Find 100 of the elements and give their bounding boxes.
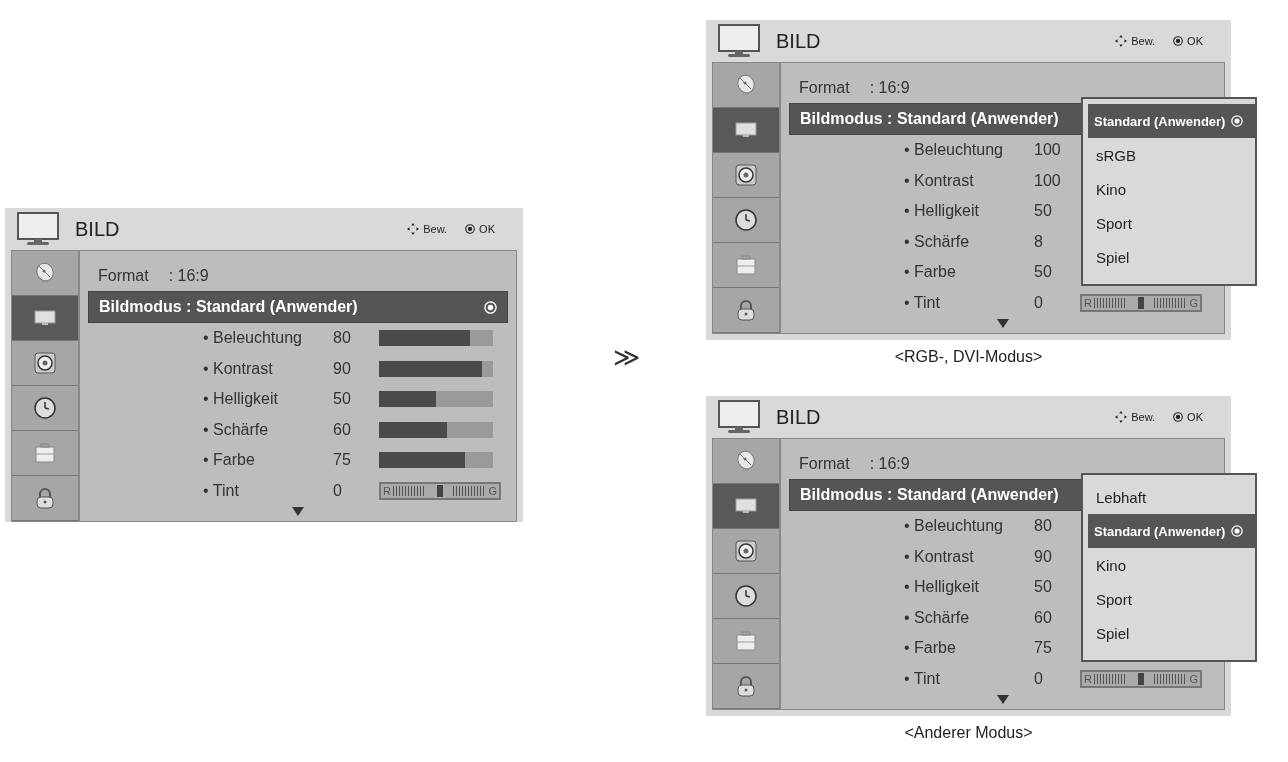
menu-title: BILD bbox=[75, 217, 121, 241]
option-label: Format bbox=[799, 79, 850, 97]
arrow-keys-icon bbox=[1115, 411, 1128, 423]
speaker-icon bbox=[734, 539, 758, 563]
option-label: Bildmodus : Standard (Anwender) bbox=[800, 486, 1059, 504]
sidebar-tab[interactable] bbox=[713, 664, 779, 709]
setting-label: • Tint bbox=[904, 669, 941, 688]
sidebar-tab[interactable] bbox=[713, 619, 779, 664]
level-bar[interactable] bbox=[379, 452, 493, 469]
setting-label: • Beleuchtung bbox=[203, 329, 303, 348]
tint-end-label: G bbox=[1189, 672, 1198, 685]
sidebar-tab[interactable] bbox=[12, 386, 78, 431]
sidebar-tab[interactable] bbox=[713, 198, 779, 243]
sidebar-tab[interactable] bbox=[12, 251, 78, 296]
slider-thumb[interactable] bbox=[1137, 672, 1144, 685]
menu-option[interactable]: Format : 16:9 bbox=[88, 261, 508, 291]
option-value: : 16:9 bbox=[869, 79, 910, 97]
hint-label: Bew. bbox=[1131, 411, 1156, 423]
dropdown-option[interactable]: Standard (Anwender) bbox=[1088, 514, 1255, 548]
sidebar-tab[interactable] bbox=[713, 529, 779, 574]
option-label: Bildmodus : Standard (Anwender) bbox=[99, 298, 358, 316]
sidebar-tab[interactable] bbox=[12, 341, 78, 386]
setting-value: 8 bbox=[1034, 232, 1044, 251]
setting-value: 100 bbox=[1034, 171, 1062, 190]
satellite-dish-icon bbox=[33, 261, 57, 285]
sidebar-tab[interactable] bbox=[713, 243, 779, 288]
hint-label: Bew. bbox=[1131, 35, 1156, 47]
tv-icon bbox=[716, 24, 762, 58]
menu-option[interactable]: Format : 16:9 bbox=[789, 449, 1216, 479]
dropdown-option[interactable]: Sport bbox=[1088, 582, 1255, 616]
ok-icon bbox=[484, 300, 497, 314]
dropdown-option[interactable]: Standard (Anwender) bbox=[1088, 104, 1255, 138]
hint-label: OK bbox=[1187, 411, 1203, 423]
sidebar-tab[interactable] bbox=[713, 484, 779, 529]
case-icon bbox=[734, 253, 758, 277]
sidebar-tab[interactable] bbox=[12, 296, 78, 341]
option-label: Format bbox=[799, 455, 850, 473]
arrow-keys-icon bbox=[1115, 35, 1128, 47]
setting-value: 80 bbox=[1034, 517, 1053, 536]
sidebar-tab[interactable] bbox=[713, 288, 779, 333]
level-bar[interactable] bbox=[379, 330, 493, 347]
tint-end-label: G bbox=[1189, 296, 1198, 309]
dropdown-option[interactable]: Kino bbox=[1088, 548, 1255, 582]
sidebar-tab[interactable] bbox=[713, 439, 779, 484]
clock-icon bbox=[734, 584, 758, 608]
case-icon bbox=[33, 441, 57, 465]
option-value: : 16:9 bbox=[168, 267, 209, 285]
scroll-down-icon bbox=[996, 695, 1009, 704]
lock-icon bbox=[734, 298, 758, 322]
setting-value: 50 bbox=[1034, 578, 1053, 597]
ok-button-icon bbox=[1173, 412, 1184, 422]
caption: <RGB-, DVI-Modus> bbox=[894, 348, 1043, 366]
slider-thumb[interactable] bbox=[436, 484, 443, 497]
sidebar-tab[interactable] bbox=[713, 574, 779, 619]
slider-thumb[interactable] bbox=[1137, 296, 1144, 309]
sidebar-tab[interactable] bbox=[713, 63, 779, 108]
setting-label: • Tint bbox=[904, 293, 941, 312]
level-bar[interactable] bbox=[379, 421, 493, 438]
setting-value: 60 bbox=[1034, 608, 1053, 627]
next-arrow: ≫ bbox=[613, 342, 640, 372]
level-bar[interactable] bbox=[379, 391, 493, 408]
speaker-icon bbox=[33, 351, 57, 375]
dropdown-option[interactable]: Spiel bbox=[1088, 616, 1255, 650]
setting-value: 50 bbox=[333, 390, 352, 409]
sidebar-tab[interactable] bbox=[12, 476, 78, 521]
menu-option[interactable]: Format : 16:9 bbox=[789, 73, 1216, 103]
option-value: : 16:9 bbox=[869, 455, 910, 473]
dropdown-option[interactable]: Spiel bbox=[1088, 240, 1255, 274]
tint-end-label: R bbox=[383, 484, 391, 497]
setting-label: • Kontrast bbox=[904, 547, 975, 566]
menu-option[interactable]: Bildmodus : Standard (Anwender) bbox=[88, 291, 508, 323]
ok-icon bbox=[1231, 525, 1244, 537]
dropdown-option[interactable]: sRGB bbox=[1088, 138, 1255, 172]
clock-icon bbox=[734, 208, 758, 232]
hint-label: Bew. bbox=[423, 223, 448, 235]
option-label: Format bbox=[98, 267, 149, 285]
setting-value: 90 bbox=[333, 359, 352, 378]
sidebar-tab[interactable] bbox=[713, 108, 779, 153]
satellite-dish-icon bbox=[734, 449, 758, 473]
caption: <Anderer Modus> bbox=[904, 724, 1033, 742]
speaker-icon bbox=[734, 163, 758, 187]
tint-end-label: G bbox=[488, 484, 497, 497]
setting-value: 0 bbox=[1034, 669, 1044, 688]
dropdown-option[interactable]: Sport bbox=[1088, 206, 1255, 240]
sidebar-tab[interactable] bbox=[713, 153, 779, 198]
setting-value: 60 bbox=[333, 420, 352, 439]
sidebar-tab[interactable] bbox=[12, 431, 78, 476]
tint-end-label: R bbox=[1084, 672, 1092, 685]
ok-button-icon bbox=[1173, 36, 1184, 46]
setting-value: 75 bbox=[1034, 639, 1053, 658]
dropdown-option[interactable]: Kino bbox=[1088, 172, 1255, 206]
setting-label: • Beleuchtung bbox=[904, 517, 1004, 536]
hint-label: OK bbox=[1187, 35, 1203, 47]
clock-icon bbox=[33, 396, 57, 420]
satellite-dish-icon bbox=[734, 73, 758, 97]
tv-icon bbox=[15, 212, 61, 246]
lock-icon bbox=[33, 486, 57, 510]
setting-label: • Kontrast bbox=[904, 171, 975, 190]
scroll-down-icon bbox=[292, 507, 304, 516]
setting-value: 90 bbox=[1034, 547, 1053, 566]
